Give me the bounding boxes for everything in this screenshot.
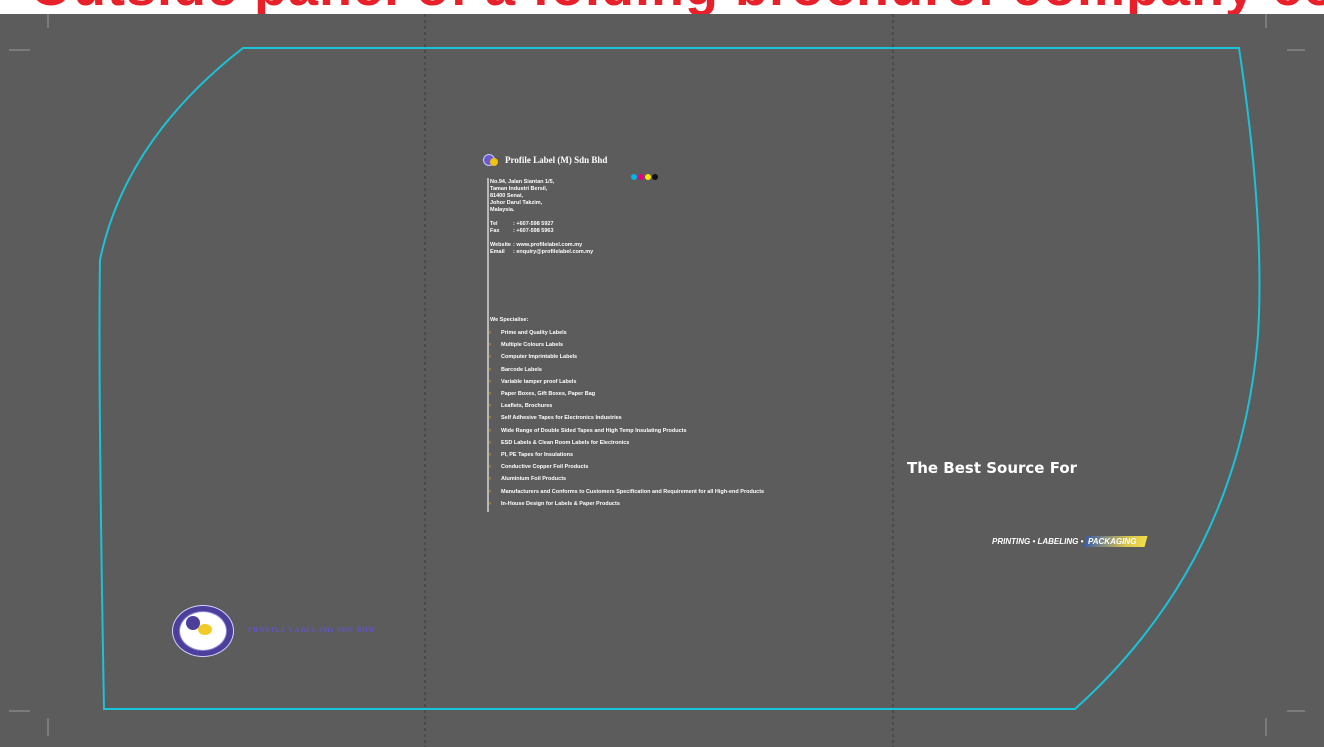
chevron-right-icon: › bbox=[489, 488, 491, 495]
chevron-right-icon: › bbox=[489, 451, 491, 458]
list-item: › Self Adhesive Tapes for Electronics Ind… bbox=[489, 412, 764, 424]
magenta-swatch bbox=[638, 174, 644, 180]
list-item: › Leaflets, Brochures bbox=[489, 400, 764, 412]
services-banner: PRINTING • LABELING • PACKAGING bbox=[992, 534, 1149, 548]
list-item-label: ESD Labels & Clean Room Labels for Elect… bbox=[501, 439, 630, 446]
services-highlight-label: PACKAGING bbox=[1088, 536, 1137, 546]
chevron-right-icon: › bbox=[489, 330, 491, 337]
list-item: › In-House Design for Labels & Paper Prod… bbox=[489, 498, 764, 510]
list-item-label: PI, PE Tapes for Insulations bbox=[501, 451, 574, 458]
list-item: › Aluminium Foil Products bbox=[489, 473, 764, 485]
list-item-label: Computer Imprintable Labels bbox=[501, 354, 578, 361]
email-label: Email bbox=[490, 249, 505, 255]
chevron-right-icon: › bbox=[489, 500, 491, 507]
cyan-swatch bbox=[631, 174, 637, 180]
company-seal-logo bbox=[172, 605, 234, 657]
specialise-heading: We Specialise: bbox=[490, 317, 529, 323]
contact-info: No.94, Jalan Siantan 1/5, Taman Industri… bbox=[490, 179, 593, 256]
company-logo-icon bbox=[483, 152, 499, 168]
brochure-canvas: Outside panel of a folding brochure: com… bbox=[0, 0, 1324, 747]
tel-row: Tel : +607-598 5927 bbox=[490, 221, 593, 228]
website-label: Website bbox=[490, 242, 511, 248]
tel-label: Tel bbox=[490, 221, 498, 227]
chevron-right-icon: › bbox=[489, 366, 491, 373]
list-item-label: Variable tamper proof Labels bbox=[501, 378, 577, 385]
services-highlight: PACKAGING bbox=[1083, 535, 1149, 547]
list-item-label: Multiple Colours Labels bbox=[501, 342, 564, 349]
address-line: No.94, Jalan Siantan 1/5, bbox=[490, 179, 555, 185]
list-item: › PI, PE Tapes for Insulations bbox=[489, 449, 764, 461]
list-item: › ESD Labels & Clean Room Labels for Elec… bbox=[489, 437, 764, 449]
list-item-label: Conductive Copper Foil Products bbox=[501, 464, 589, 471]
chevron-right-icon: › bbox=[489, 378, 491, 385]
chevron-right-icon: › bbox=[489, 354, 491, 361]
list-item-label: In-House Design for Labels & Paper Produ… bbox=[501, 500, 620, 507]
email-value[interactable]: : enquiry@profilelabel.com.my bbox=[513, 249, 593, 256]
chevron-right-icon: › bbox=[489, 476, 491, 483]
list-item: › Computer Imprintable Labels bbox=[489, 351, 764, 363]
cmyk-swatches bbox=[631, 174, 658, 180]
fax-value: : +607-598 5963 bbox=[513, 228, 554, 234]
email-row: Email : enquiry@profilelabel.com.my bbox=[490, 249, 593, 256]
chevron-right-icon: › bbox=[489, 439, 491, 446]
list-item: › Barcode Labels bbox=[489, 364, 764, 376]
company-name: Profile Label (M) Sdn Bhd bbox=[505, 155, 608, 165]
list-item-label: Self Adhesive Tapes for Electronics Indu… bbox=[501, 415, 622, 422]
specialise-list: › Prime and Quality Labels › Multiple Colo… bbox=[489, 327, 764, 510]
address-line: Johor Darul Takzim, bbox=[490, 200, 543, 206]
tel-value: : +607-598 5927 bbox=[513, 221, 554, 227]
slogan-tagline: The Best Source For bbox=[907, 459, 1078, 477]
chevron-right-icon: › bbox=[489, 464, 491, 471]
list-item-label: Manufacturers and Conforms to Customers … bbox=[501, 488, 765, 495]
website-value[interactable]: : www.profilelabel.com.my bbox=[513, 242, 582, 249]
list-item-label: Paper Boxes, Gift Boxes, Paper Bag bbox=[501, 391, 596, 398]
list-item: › Conductive Copper Foil Products bbox=[489, 461, 764, 473]
black-swatch bbox=[652, 174, 658, 180]
list-item: › Variable tamper proof Labels bbox=[489, 376, 764, 388]
chevron-right-icon: › bbox=[489, 427, 491, 434]
list-item-label: Leaflets, Brochures bbox=[501, 403, 553, 410]
address-line: Malaysia. bbox=[490, 207, 515, 213]
website-row: Website : www.profilelabel.com.my bbox=[490, 242, 593, 249]
list-item: › Manufacturers and Conforms to Customers… bbox=[489, 485, 764, 497]
chevron-right-icon: › bbox=[489, 391, 491, 398]
list-item-label: Prime and Quality Labels bbox=[501, 330, 567, 337]
list-item: › Multiple Colours Labels bbox=[489, 339, 764, 351]
list-item-label: Wide Range of Double Sided Tapes and Hig… bbox=[501, 427, 687, 434]
services-plain: PRINTING • LABELING • bbox=[992, 536, 1084, 546]
list-item-label: Aluminium Foil Products bbox=[501, 476, 567, 483]
list-item: › Wide Range of Double Sided Tapes and Hi… bbox=[489, 425, 764, 437]
fax-label: Fax bbox=[490, 228, 500, 234]
list-item: › Paper Boxes, Gift Boxes, Paper Bag bbox=[489, 388, 764, 400]
yellow-swatch bbox=[645, 174, 651, 180]
fax-row: Fax : +607-598 5963 bbox=[490, 228, 593, 235]
seal-company-name: PROFILE LABEL (M) SDN BHD bbox=[248, 626, 375, 634]
chevron-right-icon: › bbox=[489, 342, 491, 349]
list-item: › Prime and Quality Labels bbox=[489, 327, 764, 339]
list-item-label: Barcode Labels bbox=[501, 366, 542, 373]
company-header: Profile Label (M) Sdn Bhd bbox=[483, 152, 607, 168]
address-line: Taman Industri Bersil, bbox=[490, 186, 548, 192]
chevron-right-icon: › bbox=[489, 403, 491, 410]
address-line: 81400 Senai, bbox=[490, 193, 524, 199]
chevron-right-icon: › bbox=[489, 415, 491, 422]
